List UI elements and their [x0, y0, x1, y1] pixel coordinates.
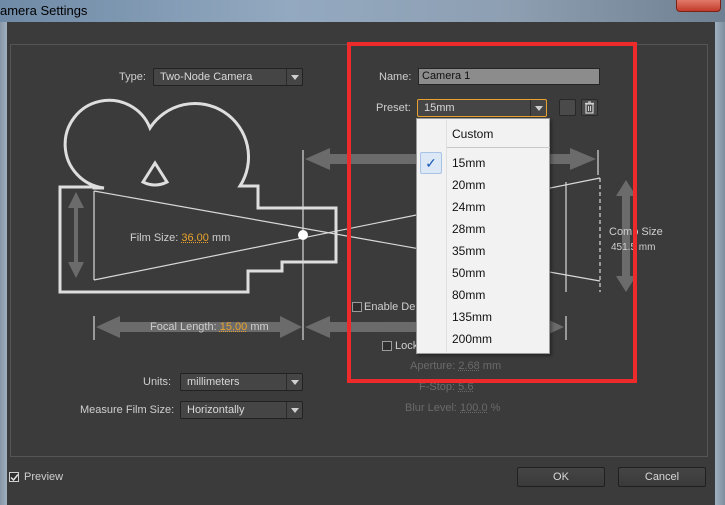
- blur-level-field: Blur Level: 100.0 %: [405, 402, 500, 414]
- film-size-field: Film Size: 36.00 mm: [130, 232, 230, 244]
- blur-level-value[interactable]: 100.0: [460, 402, 488, 414]
- camera-outline: [58, 98, 338, 294]
- units-label: Units:: [143, 376, 172, 388]
- preview-label: Preview: [24, 471, 64, 483]
- ok-button[interactable]: OK: [517, 467, 605, 487]
- film-size-unit: mm: [211, 232, 231, 244]
- focal-length-value[interactable]: 15.00: [220, 321, 248, 333]
- chevron-down-icon: [286, 374, 302, 390]
- film-size-label: Film Size:: [130, 232, 179, 244]
- highlight-box: [347, 42, 637, 383]
- chevron-down-icon: [286, 69, 302, 85]
- units-value: millimeters: [187, 376, 240, 388]
- type-select[interactable]: Two-Node Camera: [153, 68, 303, 86]
- measure-film-size-value: Horizontally: [187, 404, 245, 416]
- blur-level-label: Blur Level:: [405, 402, 457, 414]
- focal-length-field: Focal Length: 15.00 mm: [150, 321, 269, 333]
- focal-length-label: Focal Length:: [150, 321, 217, 333]
- checkmark-icon: [10, 474, 19, 482]
- units-select[interactable]: millimeters: [180, 373, 303, 391]
- measure-film-size-select[interactable]: Horizontally: [180, 401, 303, 419]
- film-size-value[interactable]: 36.00: [181, 232, 209, 244]
- preview-checkbox[interactable]: [9, 472, 19, 482]
- nodal-point: [298, 230, 308, 240]
- type-value: Two-Node Camera: [160, 71, 253, 83]
- blur-level-unit: %: [490, 402, 501, 414]
- type-label: Type:: [119, 71, 146, 83]
- measure-film-size-label: Measure Film Size:: [80, 404, 175, 416]
- chevron-down-icon: [286, 402, 302, 418]
- focal-length-unit: mm: [250, 321, 269, 333]
- cancel-button[interactable]: Cancel: [618, 467, 706, 487]
